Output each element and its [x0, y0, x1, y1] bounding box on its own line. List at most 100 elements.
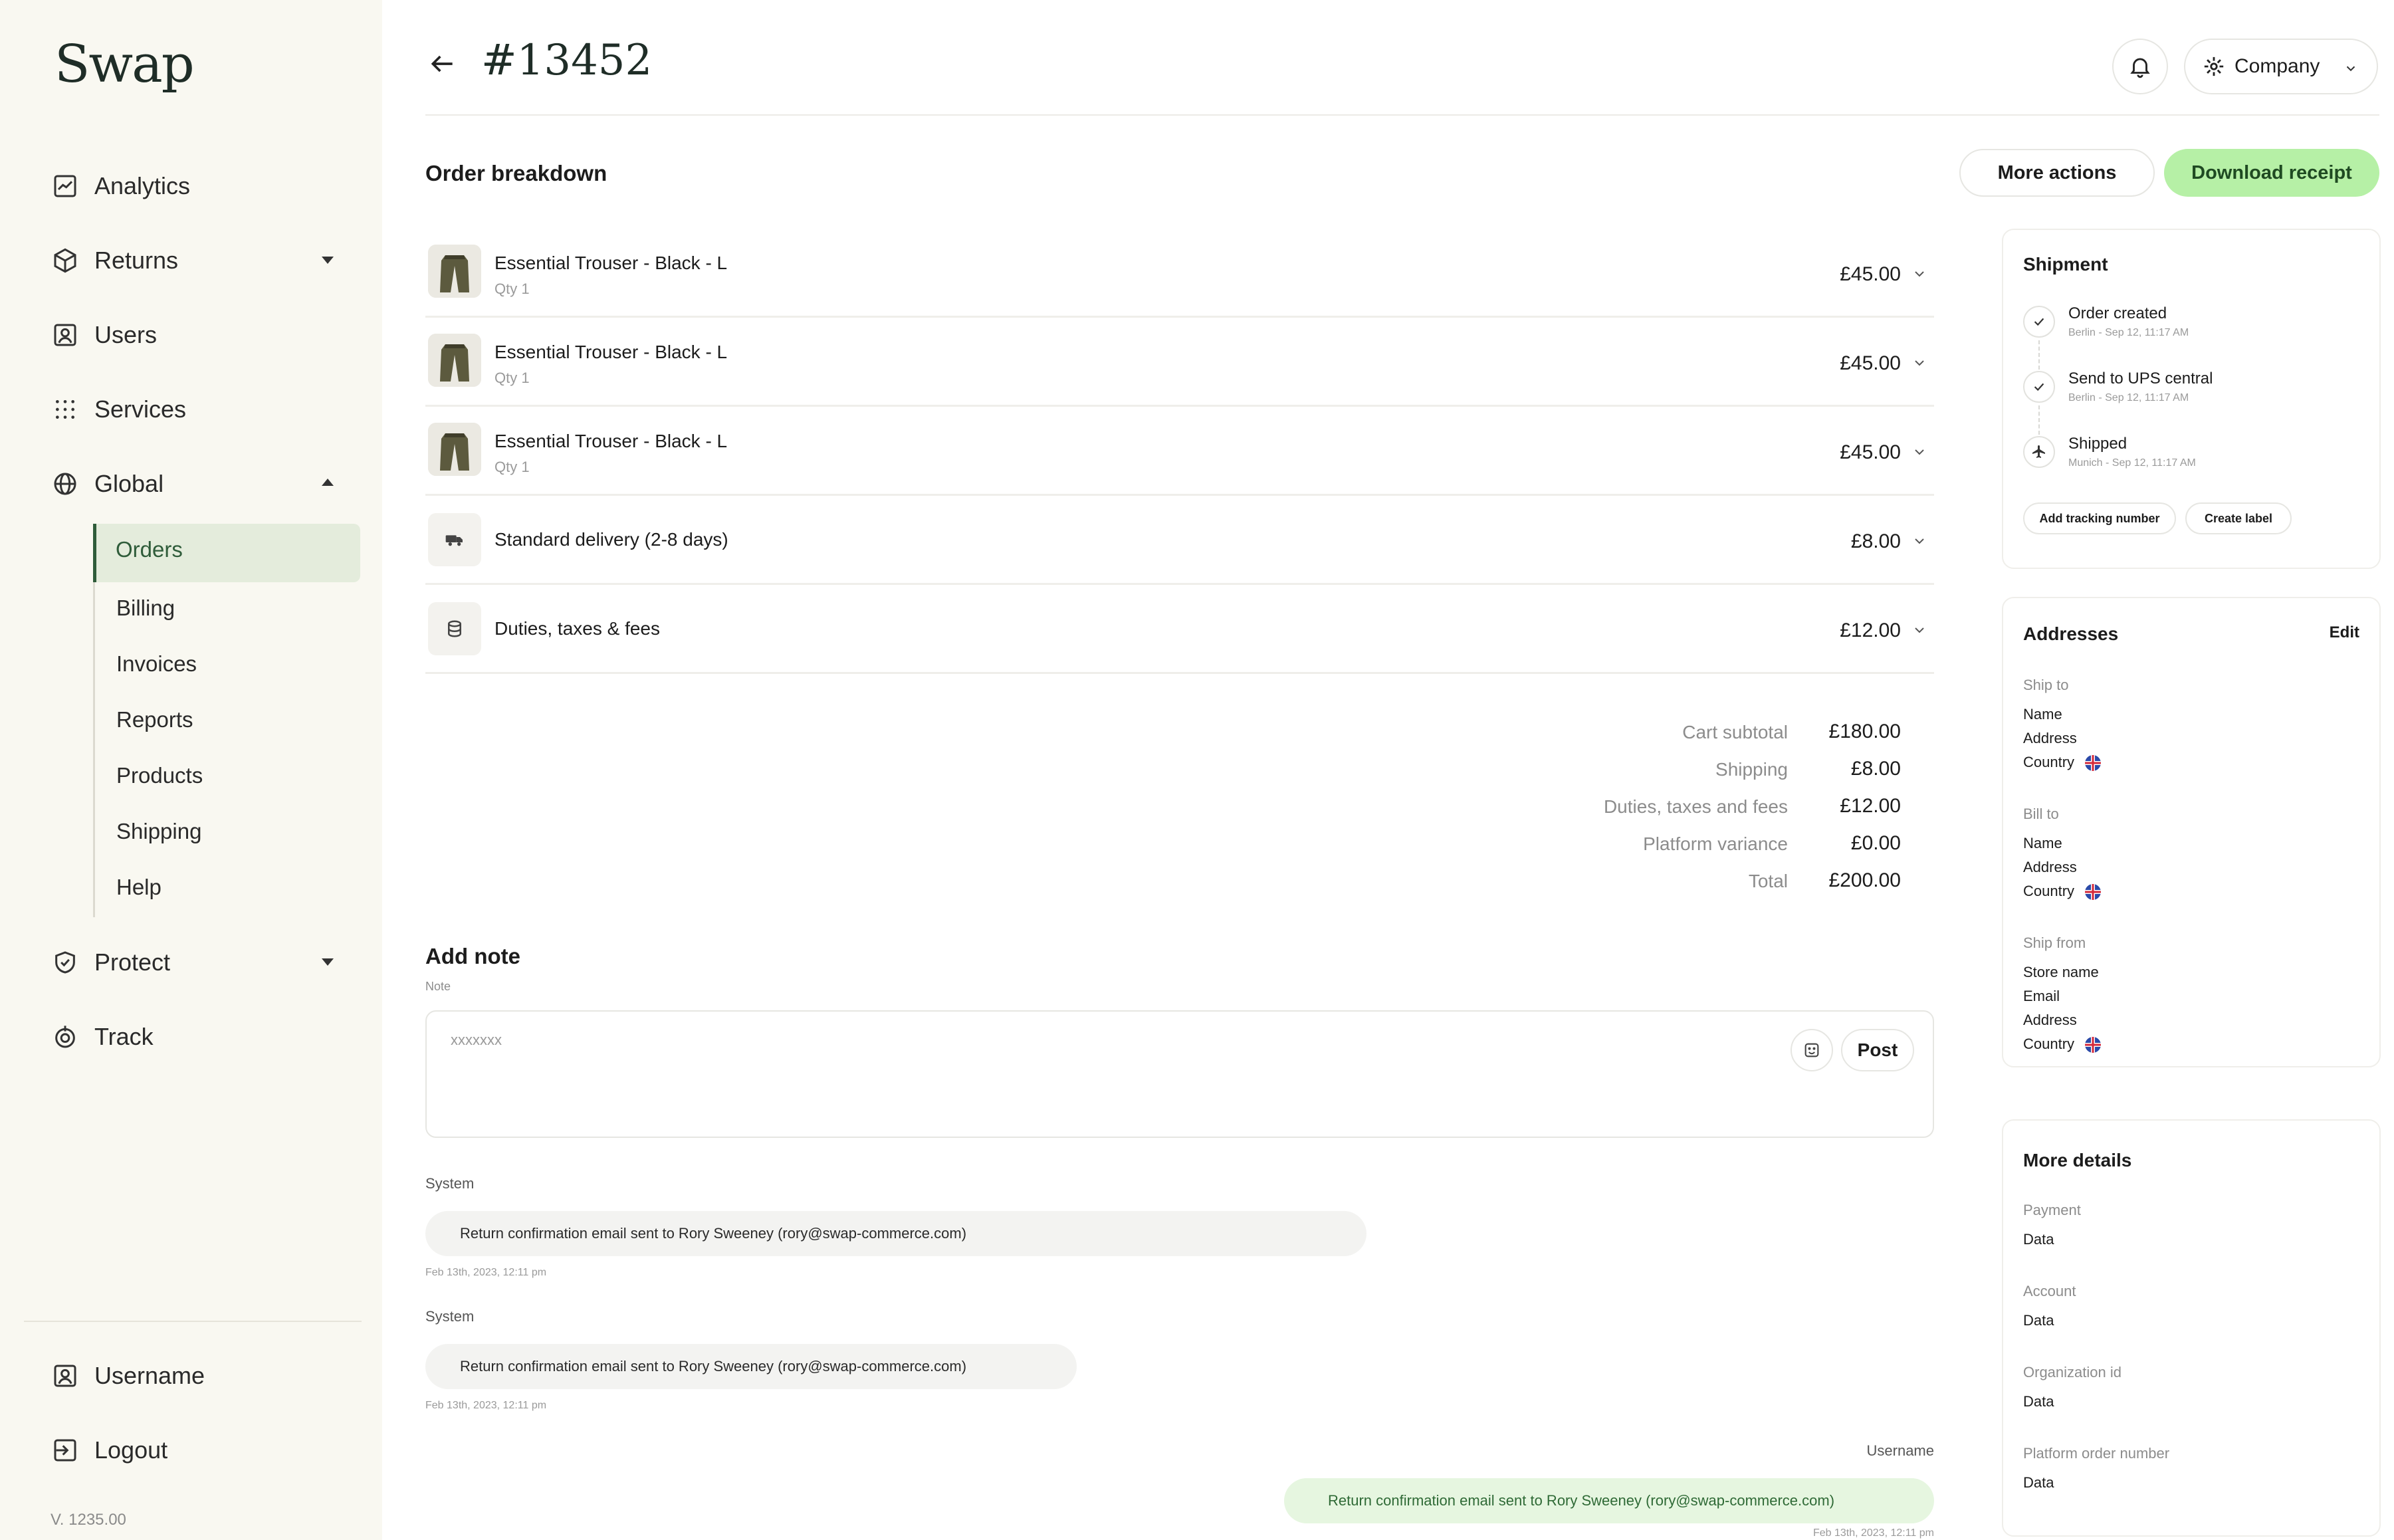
step-subtitle: Berlin - Sep 12, 11:17 AM: [2068, 392, 2189, 403]
step-connector: [2038, 405, 2040, 435]
nav-logout[interactable]: Logout: [51, 1430, 167, 1470]
order-breakdown-title: Order breakdown: [425, 161, 607, 185]
company-selector[interactable]: Company: [2184, 39, 2378, 94]
detail-label: Organization id: [2023, 1364, 2122, 1380]
item-name: Essential Trouser - Black - L: [494, 431, 728, 451]
shield-icon: [51, 948, 80, 977]
chevron-down-icon[interactable]: [1911, 266, 1927, 282]
message-author: Username: [1866, 1442, 1934, 1459]
detail-label: Payment: [2023, 1202, 2081, 1218]
ship-to-label: Ship to: [2023, 677, 2069, 693]
summary-label-total: Total: [1748, 871, 1788, 891]
note-field-label: Note: [425, 980, 451, 993]
emoji-button[interactable]: [1791, 1029, 1833, 1071]
step-connector: [2038, 340, 2040, 370]
coins-icon: [428, 602, 481, 655]
message-bubble: Return confirmation email sent to Rory S…: [425, 1344, 1077, 1389]
message-author: System: [425, 1308, 475, 1325]
subnav-help[interactable]: Help: [116, 871, 162, 904]
nav-analytics[interactable]: Analytics: [51, 166, 190, 206]
addresses-card: Addresses Edit Ship to Name Address Coun…: [2002, 597, 2381, 1067]
chevron-down-icon: [2346, 66, 2355, 72]
more-details-card: More details Payment Data Account Data O…: [2002, 1119, 2381, 1537]
plane-icon: [2023, 436, 2055, 468]
step-title: Order created: [2068, 304, 2167, 322]
chevron-down-icon[interactable]: [1911, 444, 1927, 460]
gear-icon: [2204, 56, 2224, 76]
duties-row[interactable]: Duties, taxes & fees £12.00: [425, 585, 1934, 674]
global-subnav: Billing Invoices Reports Products Shippi…: [93, 524, 360, 917]
message-author: System: [425, 1175, 475, 1192]
subnav-invoices[interactable]: Invoices: [116, 647, 197, 681]
item-price: £45.00: [1840, 441, 1901, 463]
address-line: Address: [2023, 730, 2077, 746]
bill-to-label: Bill to: [2023, 806, 2059, 822]
address-line: Name: [2023, 835, 2062, 851]
header-divider: [425, 114, 2379, 116]
nav-users[interactable]: Users: [51, 315, 157, 355]
nav-label: Protect: [94, 948, 171, 976]
more-details-title: More details: [2023, 1150, 2132, 1170]
bell-icon: [2130, 58, 2150, 78]
nav-username[interactable]: Username: [51, 1356, 205, 1396]
chevron-down-icon[interactable]: [322, 958, 334, 966]
user-square-icon: [51, 320, 80, 350]
item-qty: Qty 1: [494, 459, 530, 475]
nav-protect[interactable]: Protect: [51, 942, 170, 982]
subnav-products[interactable]: Products: [116, 759, 203, 792]
nav-track[interactable]: Track: [51, 1017, 154, 1057]
grid-dots-icon: [51, 395, 80, 424]
edit-addresses-button[interactable]: Edit: [2330, 623, 2359, 642]
product-thumbnail: [428, 245, 481, 298]
address-line: Name: [2023, 706, 2062, 722]
uk-flag-icon: [2085, 1037, 2102, 1053]
detail-value: Data: [2023, 1231, 2054, 1248]
chevron-up-icon[interactable]: [322, 479, 334, 486]
summary-value-total: £200.00: [1828, 869, 1901, 891]
shipment-card: Shipment Order created Berlin - Sep 12, …: [2002, 229, 2381, 569]
notifications-button[interactable]: [2112, 39, 2168, 94]
nav-label: Users: [94, 321, 158, 348]
add-tracking-number-button[interactable]: Add tracking number: [2023, 502, 2176, 534]
message-bubble: Return confirmation email sent to Rory S…: [1284, 1478, 1934, 1523]
summary-value-duties: £12.00: [1840, 795, 1901, 817]
user-square-icon: [51, 1361, 80, 1390]
note-placeholder: xxxxxxx: [451, 1032, 502, 1048]
post-button[interactable]: Post: [1841, 1029, 1914, 1071]
step-title: Send to UPS central: [2068, 370, 2213, 387]
chevron-down-icon[interactable]: [1911, 622, 1927, 638]
more-actions-button[interactable]: More actions: [1959, 149, 2155, 197]
chevron-down-icon[interactable]: [1911, 355, 1927, 371]
message-bubble: Return confirmation email sent to Rory S…: [425, 1211, 1366, 1256]
nav-global[interactable]: Global: [51, 464, 163, 504]
message-time: Feb 13th, 2023, 12:11 pm: [1812, 1527, 1934, 1539]
step-title: Shipped: [2068, 435, 2127, 453]
uk-flag-icon: [2085, 884, 2102, 901]
order-item-row[interactable]: Essential Trouser - Black - L Qty 1 £45.…: [425, 318, 1934, 407]
summary-label-shipping: Shipping: [1715, 759, 1788, 780]
detail-label: Platform order number: [2023, 1445, 2170, 1462]
order-item-row[interactable]: Essential Trouser - Black - L Qty 1 £45.…: [425, 407, 1934, 496]
nav-label: Services: [94, 395, 187, 423]
download-receipt-button[interactable]: Download receipt: [2164, 149, 2379, 197]
create-label-button[interactable]: Create label: [2185, 502, 2292, 534]
back-arrow-icon[interactable]: [428, 49, 457, 78]
box-icon: [51, 246, 80, 275]
nav-returns[interactable]: Returns: [51, 241, 178, 280]
logout-icon: [51, 1436, 80, 1465]
subnav-shipping[interactable]: Shipping: [116, 815, 201, 848]
duties-price: £12.00: [1840, 619, 1901, 641]
subnav-reports[interactable]: Reports: [116, 703, 193, 736]
nav-services[interactable]: Services: [51, 389, 186, 429]
chevron-down-icon[interactable]: [322, 257, 334, 264]
address-country-label: Country: [2023, 883, 2075, 899]
note-input[interactable]: xxxxxxx Post: [425, 1010, 1934, 1138]
order-item-row[interactable]: Essential Trouser - Black - L Qty 1 £45.…: [425, 229, 1934, 318]
chevron-down-icon[interactable]: [1911, 533, 1927, 549]
subnav-billing[interactable]: Billing: [116, 592, 175, 625]
delivery-row[interactable]: Standard delivery (2-8 days) £8.00: [425, 496, 1934, 585]
nav-label: Track: [94, 1023, 154, 1050]
item-name: Essential Trouser - Black - L: [494, 342, 728, 362]
step-subtitle: Munich - Sep 12, 11:17 AM: [2068, 457, 2196, 469]
sidebar-divider: [24, 1321, 362, 1322]
